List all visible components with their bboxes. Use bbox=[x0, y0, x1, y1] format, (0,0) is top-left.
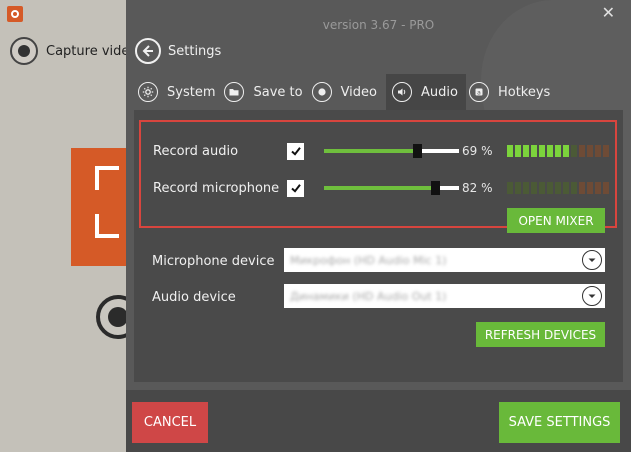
cancel-button[interactable]: CANCEL bbox=[132, 402, 208, 443]
tab-video-label: Video bbox=[340, 84, 378, 100]
keyboard-icon: a bbox=[468, 82, 489, 102]
meter-segment bbox=[603, 145, 609, 157]
slider-track bbox=[324, 181, 459, 195]
meter-segment bbox=[595, 182, 601, 194]
record-microphone-percent: 82 % bbox=[462, 181, 493, 195]
meter-segment bbox=[507, 145, 513, 157]
meter-segment bbox=[579, 182, 585, 194]
meter-segment bbox=[531, 145, 537, 157]
meter-segment bbox=[571, 182, 577, 194]
meter-segment bbox=[547, 182, 553, 194]
version-label: version 3.67 - PRO bbox=[322, 18, 435, 32]
tab-save-to-label: Save to bbox=[253, 84, 303, 100]
slider-fill bbox=[324, 149, 417, 153]
background-app: Capture video bbox=[0, 0, 140, 452]
microphone-device-value: Микрофон (HD Audio Mic 1) bbox=[290, 253, 447, 267]
close-button[interactable]: ✕ bbox=[602, 3, 615, 22]
record-audio-slider[interactable] bbox=[324, 141, 459, 161]
meter-segment bbox=[603, 182, 609, 194]
capture-area-icon[interactable] bbox=[71, 148, 131, 266]
speaker-icon bbox=[392, 82, 413, 102]
capture-video-label: Capture video bbox=[46, 43, 138, 59]
meter-segment bbox=[523, 145, 529, 157]
record-audio-checkbox[interactable] bbox=[287, 142, 304, 160]
app-logo-icon bbox=[7, 6, 23, 22]
slider-fill bbox=[324, 186, 435, 190]
audio-recording-group: Record audio 69 % Record microphone 82 %… bbox=[139, 120, 617, 233]
capture-radio-icon bbox=[10, 37, 38, 65]
audio-device-select[interactable]: Динамики (HD Audio Out 1) bbox=[284, 284, 605, 308]
meter-segment bbox=[563, 145, 569, 157]
checkmark-icon bbox=[290, 147, 301, 156]
tab-hotkeys[interactable]: a Hotkeys bbox=[468, 74, 556, 110]
meter-segment bbox=[555, 145, 561, 157]
audio-settings-content: Record audio 69 % Record microphone 82 %… bbox=[134, 110, 623, 382]
checkmark-icon bbox=[290, 184, 301, 193]
refresh-devices-button[interactable]: REFRESH DEVICES bbox=[476, 322, 605, 347]
folder-icon bbox=[224, 82, 245, 102]
tab-audio[interactable]: Audio bbox=[386, 74, 466, 110]
settings-footer: CANCEL SAVE SETTINGS bbox=[126, 390, 631, 452]
meter-segment bbox=[587, 145, 593, 157]
meter-segment bbox=[579, 145, 585, 157]
meter-segment bbox=[531, 182, 537, 194]
tab-video[interactable]: Video bbox=[311, 74, 383, 110]
arrow-left-icon bbox=[142, 45, 153, 57]
slider-thumb[interactable] bbox=[431, 181, 440, 195]
microphone-device-select[interactable]: Микрофон (HD Audio Mic 1) bbox=[284, 248, 605, 272]
gear-icon bbox=[138, 82, 158, 102]
meter-segment bbox=[571, 145, 577, 157]
meter-segment bbox=[595, 145, 601, 157]
meter-segment bbox=[507, 182, 513, 194]
meter-segment bbox=[539, 182, 545, 194]
settings-panel: version 3.67 - PRO ✕ Settings System Sav… bbox=[126, 0, 631, 452]
slider-track bbox=[324, 144, 459, 158]
page-title: Settings bbox=[168, 43, 222, 59]
meter-segment bbox=[547, 145, 553, 157]
record-audio-row: Record audio bbox=[153, 141, 304, 161]
audio-device-value: Динамики (HD Audio Out 1) bbox=[290, 289, 447, 303]
meter-segment bbox=[523, 182, 529, 194]
microphone-device-label: Microphone device bbox=[152, 254, 275, 269]
tab-system-label: System bbox=[167, 84, 216, 100]
record-microphone-slider[interactable] bbox=[324, 178, 459, 198]
meter-segment bbox=[539, 145, 545, 157]
record-microphone-row: Record microphone bbox=[153, 178, 304, 198]
settings-header: Settings bbox=[135, 38, 221, 64]
record-audio-percent: 69 % bbox=[462, 144, 493, 158]
settings-tabs: System Save to Video Audio a Hotkeys bbox=[138, 74, 559, 110]
record-audio-label: Record audio bbox=[153, 143, 239, 159]
capture-video-option[interactable]: Capture video bbox=[10, 37, 137, 65]
meter-segment bbox=[563, 182, 569, 194]
tab-audio-label: Audio bbox=[421, 84, 458, 100]
meter-segment bbox=[515, 182, 521, 194]
slider-thumb[interactable] bbox=[413, 144, 422, 158]
record-microphone-label: Record microphone bbox=[153, 180, 280, 196]
tab-system[interactable]: System bbox=[138, 74, 221, 110]
open-mixer-button[interactable]: OPEN MIXER bbox=[507, 208, 605, 233]
chevron-down-icon[interactable] bbox=[582, 250, 602, 270]
back-button[interactable] bbox=[135, 38, 161, 64]
meter-segment bbox=[587, 182, 593, 194]
audio-level-meter bbox=[507, 145, 609, 157]
save-settings-button[interactable]: SAVE SETTINGS bbox=[499, 402, 620, 443]
meter-segment bbox=[515, 145, 521, 157]
audio-device-label: Audio device bbox=[152, 290, 236, 305]
meter-segment bbox=[555, 182, 561, 194]
record-microphone-checkbox[interactable] bbox=[287, 179, 304, 197]
microphone-level-meter bbox=[507, 182, 609, 194]
tab-save-to[interactable]: Save to bbox=[224, 74, 308, 110]
record-icon bbox=[311, 82, 332, 102]
chevron-down-icon[interactable] bbox=[582, 286, 602, 306]
tab-hotkeys-label: Hotkeys bbox=[497, 84, 551, 100]
svg-text:a: a bbox=[477, 89, 481, 96]
